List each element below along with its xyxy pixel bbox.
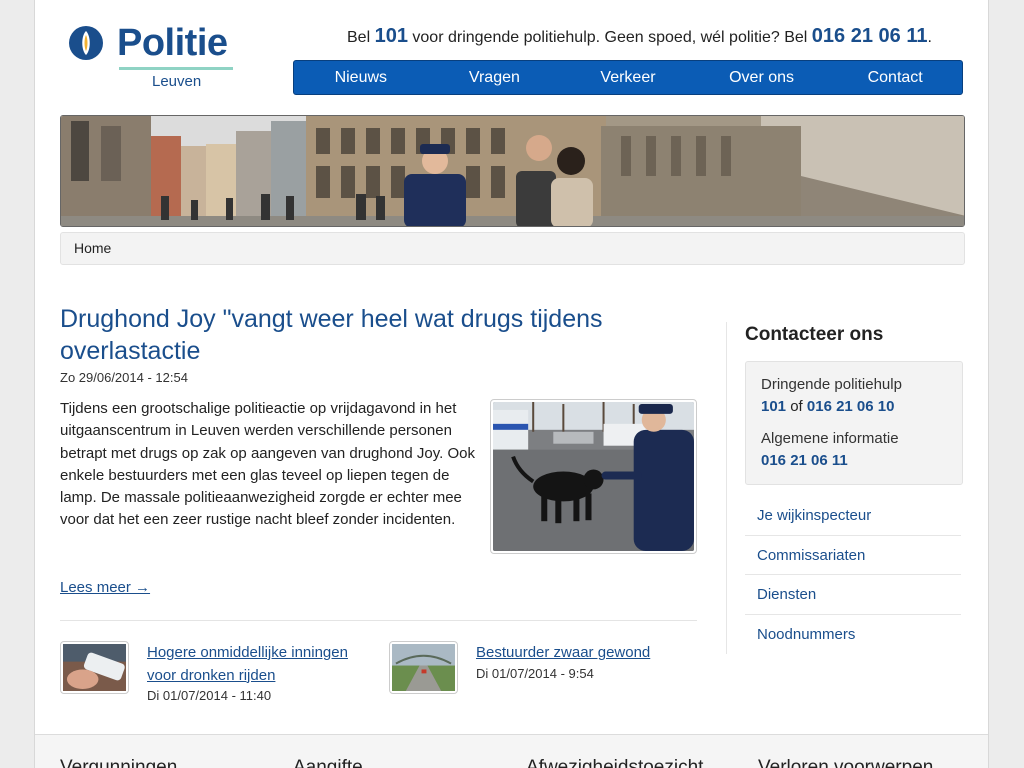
teaser-date: Di 01/07/2014 - 9:54 [476, 666, 594, 681]
logo-wordmark: Politie [117, 22, 228, 64]
urgent-number[interactable]: 101 [761, 398, 786, 415]
breadcrumb-home[interactable]: Home [74, 240, 111, 256]
general-info-numbers: 016 21 06 11 [761, 449, 947, 473]
logo-city: Leuven [152, 73, 202, 90]
hotline-text: Bel 101 voor dringende politiehulp. Geen… [347, 25, 932, 47]
nav-item-nieuws[interactable]: Nieuws [294, 61, 428, 94]
general-info-label: Algemene informatie [761, 430, 899, 447]
article-title[interactable]: Drughond Joy "vangt weer heel wat drugs … [60, 303, 700, 367]
urgent-help-label: Dringende politiehulp [761, 376, 902, 393]
read-more-link[interactable]: Lees meer → [60, 579, 150, 596]
main-nav: Nieuws Vragen Verkeer Over ons Contact [293, 60, 963, 95]
article-date: Zo 29/06/2014 - 12:54 [60, 370, 188, 385]
article-body: Tijdens een grootschalige politieactie o… [60, 400, 475, 529]
logo-underline [119, 67, 233, 70]
police-emblem-icon [69, 26, 103, 60]
sidebar-divider [726, 322, 727, 654]
teaser-thumbnail[interactable] [389, 641, 458, 694]
nav-item-verkeer[interactable]: Verkeer [561, 61, 695, 94]
footer-heading-verloren-voorwerpen[interactable]: Verloren voorwerpen [758, 757, 933, 768]
sidebar-link-wijkinspecteur[interactable]: Je wijkinspecteur [745, 496, 961, 536]
info-number[interactable]: 016 21 06 11 [812, 25, 928, 47]
footer-heading-afwezigheidstoezicht[interactable]: Afwezigheidstoezicht [526, 757, 703, 768]
contact-box: Dringende politiehulp 101 of 016 21 06 1… [745, 361, 963, 485]
teaser-title-link[interactable]: Bestuurder zwaar gewond [476, 642, 696, 665]
footer: Vergunningen Aangifte Afwezigheidstoezic… [35, 734, 988, 768]
sidebar-link-diensten[interactable]: Diensten [745, 575, 961, 615]
teaser-title-link[interactable]: Hogere onmiddellijke inningen voor dronk… [147, 642, 367, 687]
footer-heading-vergunningen[interactable]: Vergunningen [60, 757, 177, 768]
teaser-date: Di 01/07/2014 - 11:40 [147, 688, 272, 703]
banner-image [60, 115, 965, 227]
footer-heading-aangifte[interactable]: Aangifte [293, 757, 363, 768]
sidebar-link-noodnummers[interactable]: Noodnummers [745, 615, 961, 655]
page-container: Politie Leuven Bel 101 voor dringende po… [34, 0, 989, 768]
sidebar-link-commissariaten[interactable]: Commissariaten [745, 536, 961, 575]
article-image[interactable] [490, 399, 697, 554]
nav-item-contact[interactable]: Contact [828, 61, 962, 94]
sidebar-title: Contacteer ons [745, 324, 884, 345]
nav-item-over-ons[interactable]: Over ons [695, 61, 829, 94]
article-divider [60, 620, 697, 621]
general-number[interactable]: 016 21 06 11 [761, 452, 848, 469]
breadcrumb: Home [60, 232, 965, 265]
nav-item-vragen[interactable]: Vragen [428, 61, 562, 94]
urgent-number-alt[interactable]: 016 21 06 10 [807, 398, 895, 415]
urgent-help-numbers: 101 of 016 21 06 10 [761, 398, 895, 415]
sidebar-links: Je wijkinspecteur Commissariaten Dienste… [745, 496, 961, 654]
site-logo[interactable]: Politie Leuven [69, 22, 239, 94]
teaser-thumbnail[interactable] [60, 641, 129, 694]
emergency-number[interactable]: 101 [375, 25, 408, 47]
